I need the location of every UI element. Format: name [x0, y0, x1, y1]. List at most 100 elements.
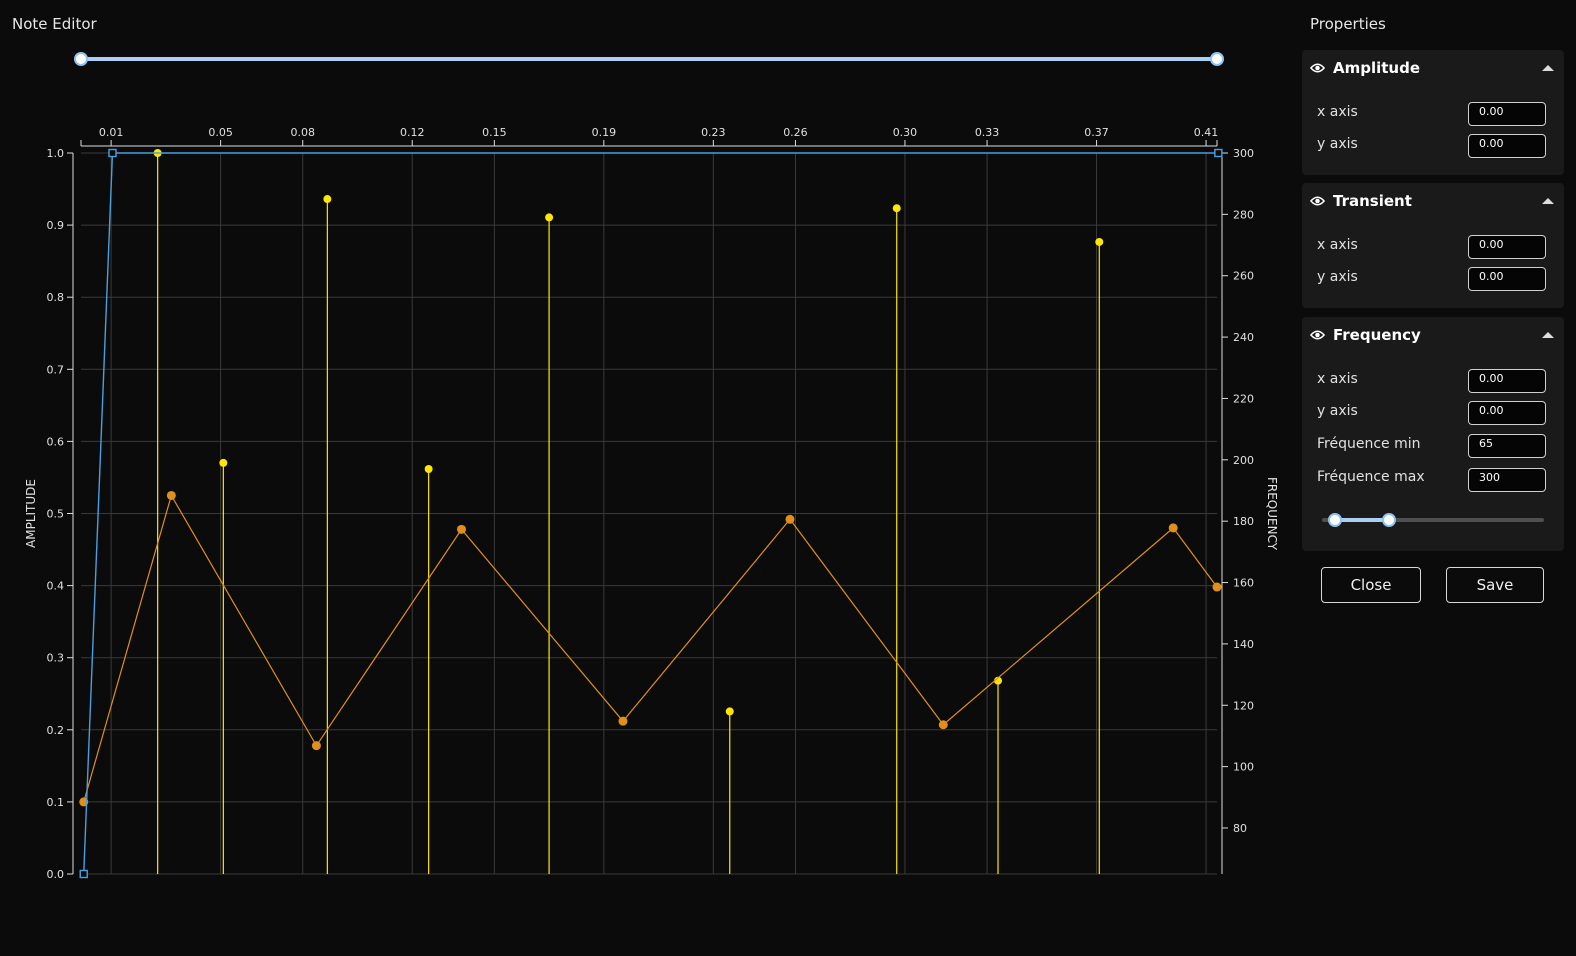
left-tick-label: 0.7 — [47, 363, 65, 376]
right-tick-label: 280 — [1233, 208, 1254, 221]
eye-icon[interactable] — [1310, 329, 1325, 341]
frequency-min-label: Fréquence min — [1317, 436, 1421, 452]
collapse-caret-icon[interactable] — [1542, 65, 1554, 71]
transient-point — [938, 720, 948, 730]
x-tick-label: 0.30 — [893, 126, 918, 139]
save-button[interactable]: Save — [1446, 567, 1544, 603]
transient-point — [618, 716, 628, 726]
frequency-max-input[interactable]: 300 — [1468, 468, 1546, 492]
frequency-range-slider[interactable] — [1322, 513, 1544, 527]
transient-point — [456, 524, 466, 534]
app-title: Note Editor — [12, 15, 97, 33]
left-tick-label: 0.4 — [47, 580, 65, 593]
frequency-y-input[interactable]: 0.00 — [1468, 401, 1546, 425]
amplitude-y-input[interactable]: 0.00 — [1468, 134, 1546, 158]
right-tick-label: 80 — [1233, 822, 1247, 835]
transient-panel: Transient x axis 0.00 y axis 0.00 — [1302, 183, 1564, 308]
frequency-range-min-handle[interactable] — [1328, 513, 1343, 527]
close-button[interactable]: Close — [1321, 567, 1421, 603]
right-tick-label: 300 — [1233, 147, 1254, 160]
transient-panel-header[interactable]: Transient — [1302, 183, 1564, 219]
amplitude-panel-title: Amplitude — [1333, 59, 1421, 77]
eye-icon[interactable] — [1310, 195, 1325, 207]
amplitude-panel: Amplitude x axis 0.00 y axis 0.00 — [1302, 50, 1564, 175]
left-tick-label: 0.2 — [47, 724, 65, 737]
left-tick-label: 0.9 — [47, 219, 65, 232]
right-tick-label: 140 — [1233, 638, 1254, 651]
x-tick-label: 0.37 — [1084, 126, 1109, 139]
time-range-start-handle[interactable] — [74, 52, 88, 66]
left-tick-label: 0.3 — [47, 652, 65, 665]
time-range-track — [81, 57, 1217, 61]
frequency-point — [424, 465, 433, 474]
collapse-caret-icon[interactable] — [1542, 332, 1554, 338]
frequency-point — [1095, 237, 1104, 246]
frequency-point — [219, 458, 228, 467]
right-tick-label: 100 — [1233, 761, 1254, 774]
transient-point — [785, 514, 795, 524]
properties-title: Properties — [1310, 15, 1386, 33]
x-tick-label: 0.33 — [975, 126, 1000, 139]
x-tick-label: 0.15 — [482, 126, 507, 139]
note-chart[interactable]: 0.0 0.1 0.2 0.3 0.4 0.5 0.6 0.7 0.8 0.9 1.0 0.01 0.0… — [0, 110, 1300, 900]
frequency-point — [725, 707, 734, 716]
eye-icon[interactable] — [1310, 62, 1325, 74]
transient-point — [311, 741, 321, 751]
frequency-range-max-handle[interactable] — [1381, 513, 1396, 527]
right-tick-label: 160 — [1233, 577, 1254, 590]
amplitude-axis-label: AMPLITUDE — [24, 479, 38, 548]
frequency-point — [545, 213, 554, 222]
time-range-slider[interactable] — [74, 52, 1224, 66]
amplitude-y-label: y axis — [1317, 136, 1358, 152]
left-tick-label: 0.8 — [47, 291, 65, 304]
frequency-panel-header[interactable]: Frequency — [1302, 317, 1564, 353]
x-tick-label: 0.05 — [208, 126, 233, 139]
frequency-axis-label: FREQUENCY — [1265, 477, 1279, 551]
amplitude-x-label: x axis — [1317, 104, 1358, 120]
transient-y-input[interactable]: 0.00 — [1468, 267, 1546, 291]
left-tick-label: 0.1 — [47, 796, 65, 809]
amplitude-panel-header[interactable]: Amplitude — [1302, 50, 1564, 86]
transient-panel-title: Transient — [1333, 192, 1412, 210]
transient-point — [166, 490, 176, 500]
frequency-panel-title: Frequency — [1333, 326, 1421, 344]
right-tick-label: 200 — [1233, 454, 1254, 467]
frequency-x-input[interactable]: 0.00 — [1468, 369, 1546, 393]
transient-x-label: x axis — [1317, 237, 1358, 253]
collapse-caret-icon[interactable] — [1542, 198, 1554, 204]
frequency-x-label: x axis — [1317, 371, 1358, 387]
amplitude-point — [79, 869, 88, 879]
amplitude-x-input[interactable]: 0.00 — [1468, 102, 1546, 126]
frequency-panel: Frequency x axis 0.00 y axis 0.00 Fréque… — [1302, 317, 1564, 551]
frequency-min-input[interactable]: 65 — [1468, 434, 1546, 458]
frequency-point — [892, 204, 901, 213]
x-tick-label: 0.12 — [400, 126, 425, 139]
right-tick-label: 260 — [1233, 270, 1254, 283]
left-tick-label: 0.5 — [47, 508, 65, 521]
time-range-end-handle[interactable] — [1210, 52, 1224, 66]
x-tick-label: 0.01 — [99, 126, 124, 139]
transient-y-label: y axis — [1317, 269, 1358, 285]
left-tick-label: 0.6 — [47, 435, 65, 448]
left-tick-label: 0.0 — [47, 868, 65, 881]
amplitude-point — [108, 148, 117, 158]
x-tick-label: 0.41 — [1194, 126, 1219, 139]
x-tick-label: 0.08 — [290, 126, 315, 139]
right-tick-label: 180 — [1233, 515, 1254, 528]
x-tick-label: 0.19 — [592, 126, 617, 139]
frequency-y-label: y axis — [1317, 403, 1358, 419]
transient-point — [1212, 582, 1222, 592]
amplitude-point — [1214, 148, 1223, 158]
right-tick-label: 220 — [1233, 392, 1254, 405]
transient-line — [83, 493, 1218, 803]
frequency-range-fill — [1335, 518, 1389, 522]
right-tick-label: 120 — [1233, 699, 1254, 712]
frequency-point — [323, 195, 332, 204]
transient-x-input[interactable]: 0.00 — [1468, 235, 1546, 259]
left-tick-label: 1.0 — [47, 147, 65, 160]
transient-point — [1168, 523, 1178, 533]
x-tick-label: 0.23 — [701, 126, 726, 139]
x-tick-label: 0.26 — [783, 126, 808, 139]
frequency-max-label: Fréquence max — [1317, 469, 1425, 485]
right-tick-label: 240 — [1233, 331, 1254, 344]
